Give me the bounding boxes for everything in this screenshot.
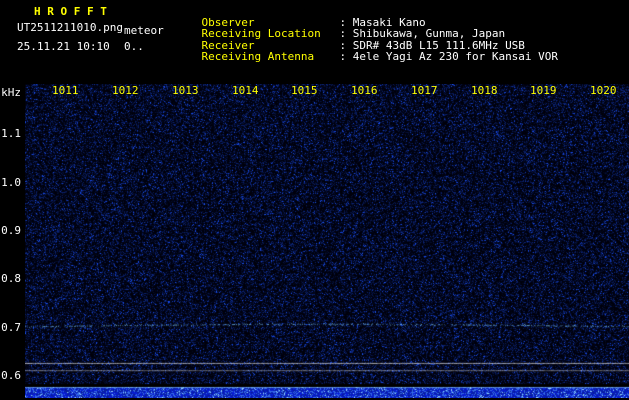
observation-name: meteor <box>124 24 164 37</box>
info-label: Receiving Location <box>202 28 340 40</box>
app-title: H R O F F T <box>34 5 107 18</box>
freq-label: 0.8 <box>0 272 21 285</box>
info-row-observer: Observer: Masaki Kano <box>175 5 558 17</box>
freq-label: 0.9 <box>0 224 21 237</box>
freq-label: 1.0 <box>0 176 21 189</box>
freq-label: 0.7 <box>0 321 21 334</box>
timestamp: 25.11.21 10:10 <box>17 40 110 53</box>
freq-label: 1.1 <box>0 127 21 140</box>
file-name: UT2511211010.png <box>17 21 123 34</box>
info-value: : 4ele Yagi Az 230 for Kansai VOR <box>340 50 559 63</box>
station-info: Observer: Masaki Kano Receiving Location… <box>175 5 558 51</box>
freq-unit-label: kHz <box>0 86 21 99</box>
info-label: Receiving Antenna <box>202 51 340 63</box>
spectrogram-canvas <box>25 84 629 398</box>
freq-label: 0.6 <box>0 369 21 382</box>
counter: 0.. <box>124 40 144 53</box>
hrofft-screen: { "app": { "title": "H R O F F T", "file… <box>0 0 629 400</box>
